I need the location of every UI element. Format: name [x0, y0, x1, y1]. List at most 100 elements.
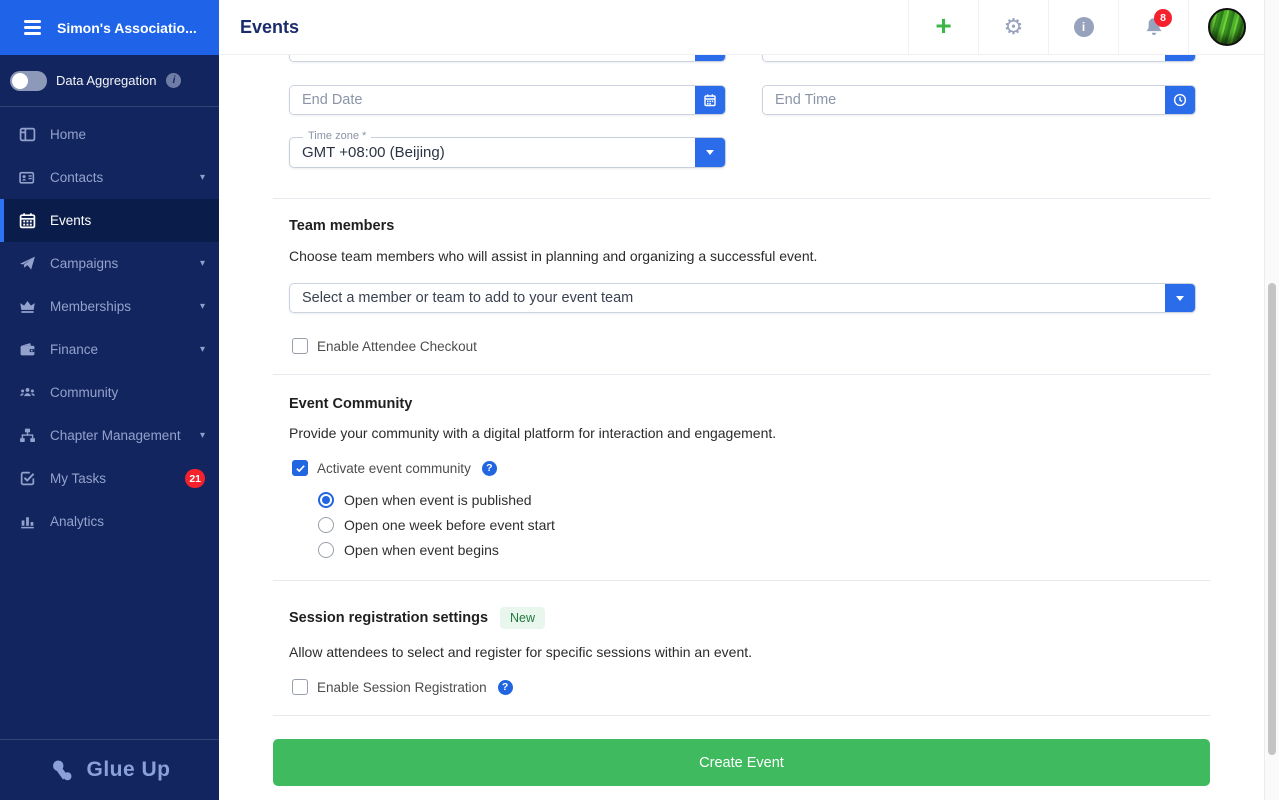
sidebar-item-label: Analytics — [50, 514, 105, 529]
timezone-value: GMT +08:00 (Beijing) — [302, 144, 445, 161]
timezone-dropdown-button[interactable] — [695, 138, 725, 167]
timezone-field[interactable]: Time zone * GMT +08:00 (Beijing) — [289, 130, 726, 168]
clipped-input[interactable] — [763, 55, 1165, 61]
scrollbar-track[interactable] — [1264, 0, 1279, 800]
sidebar-item-memberships[interactable]: Memberships ▾ — [0, 285, 219, 328]
end-date-calendar-button[interactable] — [695, 86, 725, 114]
end-time-clock-button[interactable] — [1165, 86, 1195, 114]
session-registration-row[interactable]: Enable Session Registration ? — [292, 679, 513, 695]
sidebar-item-label: Chapter Management — [50, 428, 181, 443]
home-icon — [19, 126, 36, 143]
sidebar-item-community[interactable]: Community — [0, 371, 219, 414]
radio-icon[interactable] — [318, 517, 334, 533]
activate-community-label: Activate event community — [317, 460, 471, 476]
community-option-label: Open one week before event start — [344, 517, 555, 533]
activate-community-checkbox[interactable] — [292, 460, 308, 476]
info-icon: i — [1073, 17, 1094, 37]
calendar-icon — [704, 94, 716, 107]
chevron-down-icon: ▾ — [199, 301, 205, 312]
community-option-row[interactable]: Open when event begins — [318, 542, 499, 558]
notifications-button[interactable]: 8 — [1118, 0, 1188, 54]
community-option-row[interactable]: Open one week before event start — [318, 517, 555, 533]
activate-community-row[interactable]: Activate event community ? — [292, 460, 497, 476]
data-aggregation-toggle[interactable] — [10, 70, 47, 91]
topbar-actions: + ⚙ i 8 — [908, 0, 1264, 54]
info-icon[interactable]: i — [166, 73, 182, 88]
glueup-logo-icon — [53, 760, 72, 781]
community-option-row[interactable]: Open when event is published — [318, 492, 532, 508]
community-option-label: Open when event is published — [344, 492, 532, 508]
end-time-field — [762, 85, 1196, 115]
paper-plane-icon — [19, 255, 36, 272]
new-badge: New — [500, 607, 546, 629]
notification-count-badge: 8 — [1154, 9, 1172, 27]
attendee-checkout-label: Enable Attendee Checkout — [317, 338, 477, 354]
team-members-description: Choose team members who will assist in p… — [289, 248, 818, 264]
sidebar-item-label: Campaigns — [50, 256, 119, 271]
sidebar-footer: Glue Up — [0, 739, 219, 800]
sidebar-nav: Home Contacts ▾ Events Campaigns ▾ Membe… — [0, 107, 219, 543]
sidebar-item-label: Contacts — [50, 170, 104, 185]
info-button[interactable]: i — [1048, 0, 1118, 54]
end-date-input[interactable] — [290, 86, 695, 114]
add-button[interactable]: + — [908, 0, 978, 54]
team-member-select[interactable]: Select a member or team to add to your e… — [289, 283, 1196, 313]
section-divider — [273, 374, 1210, 375]
sidebar-item-chapter-management[interactable]: Chapter Management ▾ — [0, 414, 219, 457]
chevron-down-icon: ▾ — [199, 258, 205, 269]
wallet-icon — [19, 341, 36, 358]
radio-icon[interactable] — [318, 542, 334, 558]
sidebar-item-label: Community — [50, 385, 119, 400]
bar-chart-icon — [19, 513, 36, 530]
plus-icon: + — [935, 9, 952, 41]
calendar-icon — [19, 212, 36, 229]
main-area: Time zone * GMT +08:00 (Beijing) Team me… — [219, 0, 1279, 800]
clipped-input[interactable] — [290, 55, 695, 61]
profile-button[interactable] — [1188, 0, 1264, 54]
sitemap-icon — [19, 427, 36, 444]
chevron-down-icon: ▾ — [199, 172, 205, 183]
sidebar-item-my-tasks[interactable]: My Tasks 21 — [0, 457, 219, 500]
create-event-button[interactable]: Create Event — [273, 739, 1210, 786]
sidebar-item-label: Finance — [50, 342, 99, 357]
crown-icon — [19, 298, 36, 315]
sidebar-item-finance[interactable]: Finance ▾ — [0, 328, 219, 371]
attendee-checkout-row[interactable]: Enable Attendee Checkout — [292, 338, 477, 354]
contacts-icon — [19, 169, 36, 186]
end-date-field — [289, 85, 726, 115]
people-icon — [19, 384, 36, 401]
settings-button[interactable]: ⚙ — [978, 0, 1048, 54]
section-divider — [273, 580, 1210, 581]
help-icon[interactable]: ? — [497, 679, 513, 695]
sidebar-item-label: Events — [50, 213, 92, 228]
session-registration-label: Enable Session Registration — [317, 679, 487, 695]
attendee-checkout-checkbox[interactable] — [292, 338, 308, 354]
chevron-down-icon: ▾ — [199, 430, 205, 441]
sidebar-item-events[interactable]: Events — [0, 199, 219, 242]
section-divider — [273, 198, 1210, 199]
clipped-field-right — [762, 55, 1196, 62]
check-icon — [295, 464, 305, 472]
task-check-icon — [19, 470, 36, 487]
data-aggregation-label: Data Aggregation — [56, 73, 157, 88]
help-icon[interactable]: ? — [481, 460, 497, 476]
session-heading-row: Session registration settings New — [289, 607, 546, 629]
end-time-input[interactable] — [763, 86, 1165, 114]
scrollbar-thumb[interactable] — [1268, 283, 1276, 755]
menu-icon[interactable] — [24, 20, 41, 35]
team-member-select-dropdown-button[interactable] — [1165, 284, 1195, 312]
clipped-field-button[interactable] — [1165, 55, 1195, 61]
sidebar-item-analytics[interactable]: Analytics — [0, 500, 219, 543]
radio-selected-icon[interactable] — [318, 492, 334, 508]
sidebar-item-home[interactable]: Home — [0, 113, 219, 156]
glueup-logo: Glue Up — [48, 755, 170, 785]
org-name[interactable]: Simon's Associatio... — [57, 20, 197, 36]
clipped-field-button[interactable] — [695, 55, 725, 61]
gear-icon: ⚙ — [1003, 14, 1024, 39]
sidebar-item-campaigns[interactable]: Campaigns ▾ — [0, 242, 219, 285]
sidebar-item-contacts[interactable]: Contacts ▾ — [0, 156, 219, 199]
timezone-label: Time zone * — [303, 130, 372, 142]
session-registration-checkbox[interactable] — [292, 679, 308, 695]
page-title: Events — [240, 16, 300, 37]
clipped-field-left — [289, 55, 726, 62]
